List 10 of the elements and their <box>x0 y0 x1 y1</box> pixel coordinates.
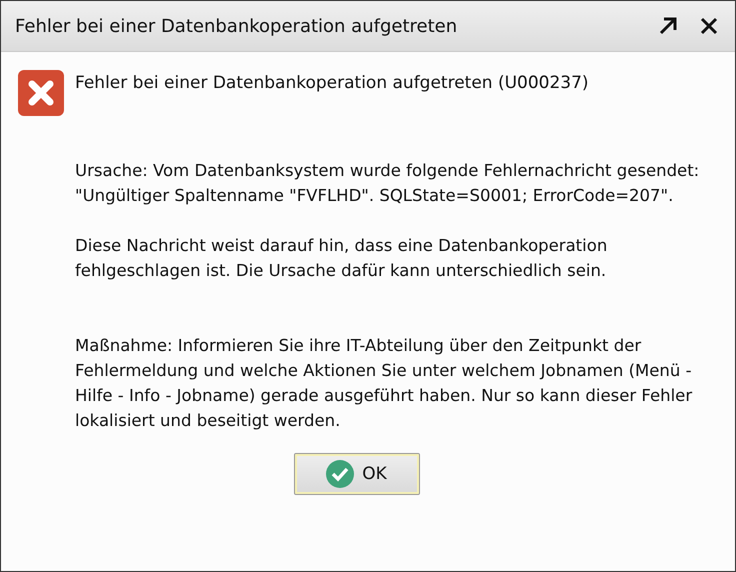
error-icon <box>18 70 64 116</box>
ok-button[interactable]: OK <box>294 453 420 495</box>
window-title: Fehler bei einer Datenbankoperation aufgetreten <box>15 16 458 36</box>
message-paragraph: Maßnahme: Informieren Sie ihre IT-Abteilung über den Zeitpunkt der Fehlermeldung und welche Aktionen Sie unter welchem Jobnamen (Menü - Hilfe - Info - Jobname) gerade ausgeführt haben. Nur so kann dieser Fehler lokalisiert und beseitigt werden. <box>75 335 694 432</box>
check-icon <box>326 460 354 488</box>
close-icon[interactable] <box>699 16 719 36</box>
error-heading: Fehler bei einer Datenbankoperation aufgetreten (U000237) <box>75 72 589 93</box>
expand-icon[interactable] <box>657 15 679 37</box>
message-paragraph: Ursache: Vom Datenbanksystem wurde folgende Fehlernachricht gesendet: "Ungültiger Spaltenname "FVFLHD". SQLState=S0001; ErrorCode=207". <box>75 160 700 207</box>
message-paragraph: Diese Nachricht weist darauf hin, dass eine Datenbankoperation fehlgeschlagen ist. Die Ursache dafür kann unterschiedlich sein. <box>75 235 608 282</box>
